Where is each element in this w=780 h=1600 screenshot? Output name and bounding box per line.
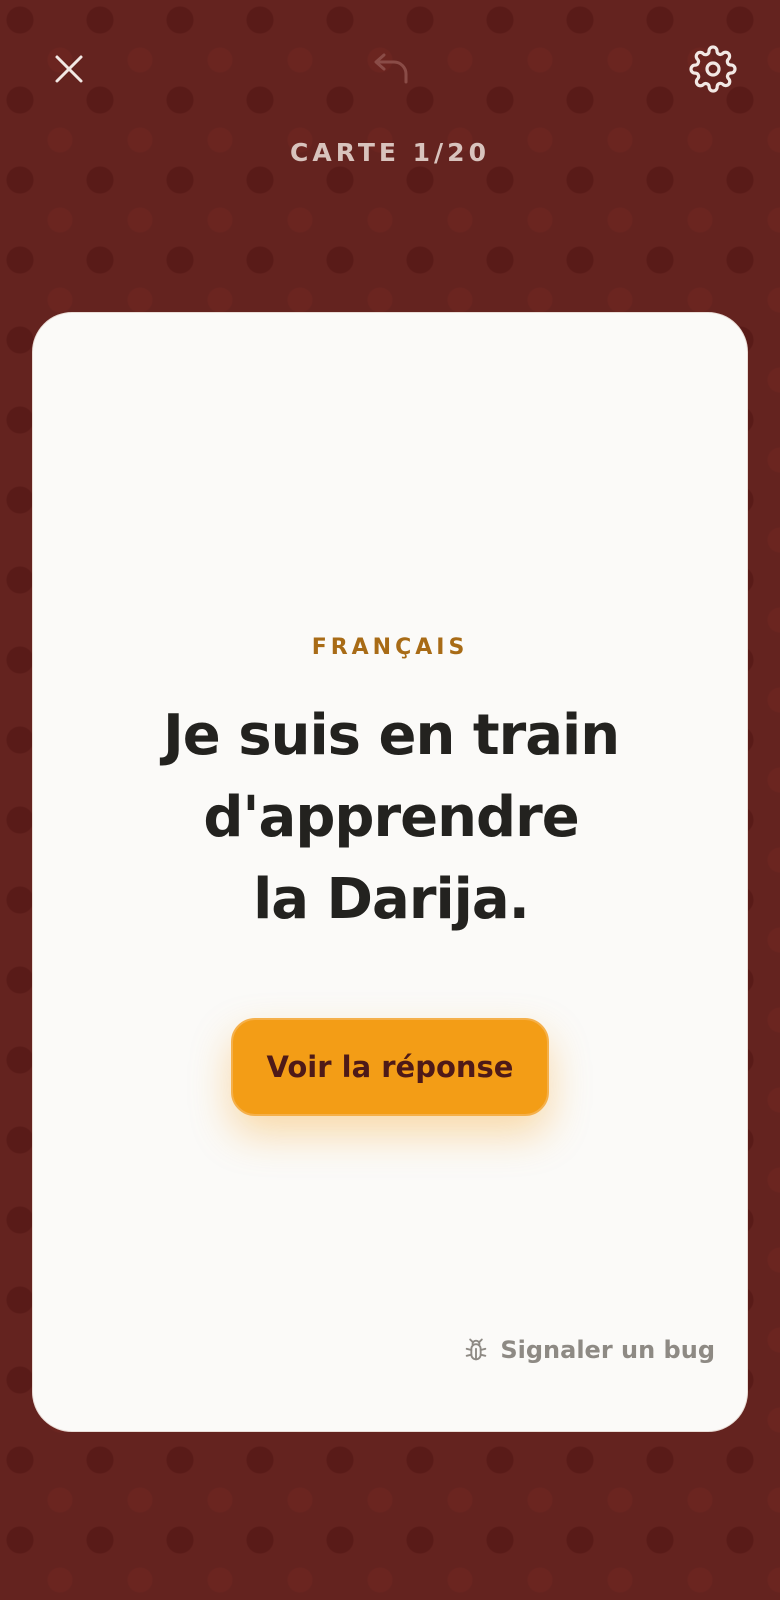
- report-bug-link[interactable]: Signaler un bug: [462, 1336, 715, 1364]
- top-bar: CARTE 1/20: [0, 0, 780, 167]
- phrase-line: la Darija.: [253, 867, 530, 932]
- close-button[interactable]: [41, 41, 97, 97]
- settings-button[interactable]: [685, 41, 741, 97]
- close-icon: [55, 55, 83, 83]
- card-progress-label: CARTE 1/20: [290, 138, 490, 167]
- gear-icon: [689, 45, 737, 93]
- language-label: FRANÇAIS: [311, 635, 469, 660]
- flashcard: FRANÇAIS Je suis en train d'apprendre la…: [32, 312, 748, 1432]
- undo-icon: [374, 53, 408, 84]
- bug-icon: [462, 1336, 490, 1364]
- show-answer-button[interactable]: Voir la réponse: [231, 1018, 549, 1116]
- phrase-line: Je suis en train: [162, 703, 620, 768]
- phrase-line: d'apprendre: [203, 785, 579, 850]
- phrase-text: Je suis en train d'apprendre la Darija.: [73, 695, 709, 941]
- report-bug-label: Signaler un bug: [500, 1336, 715, 1364]
- undo-button[interactable]: [362, 41, 418, 97]
